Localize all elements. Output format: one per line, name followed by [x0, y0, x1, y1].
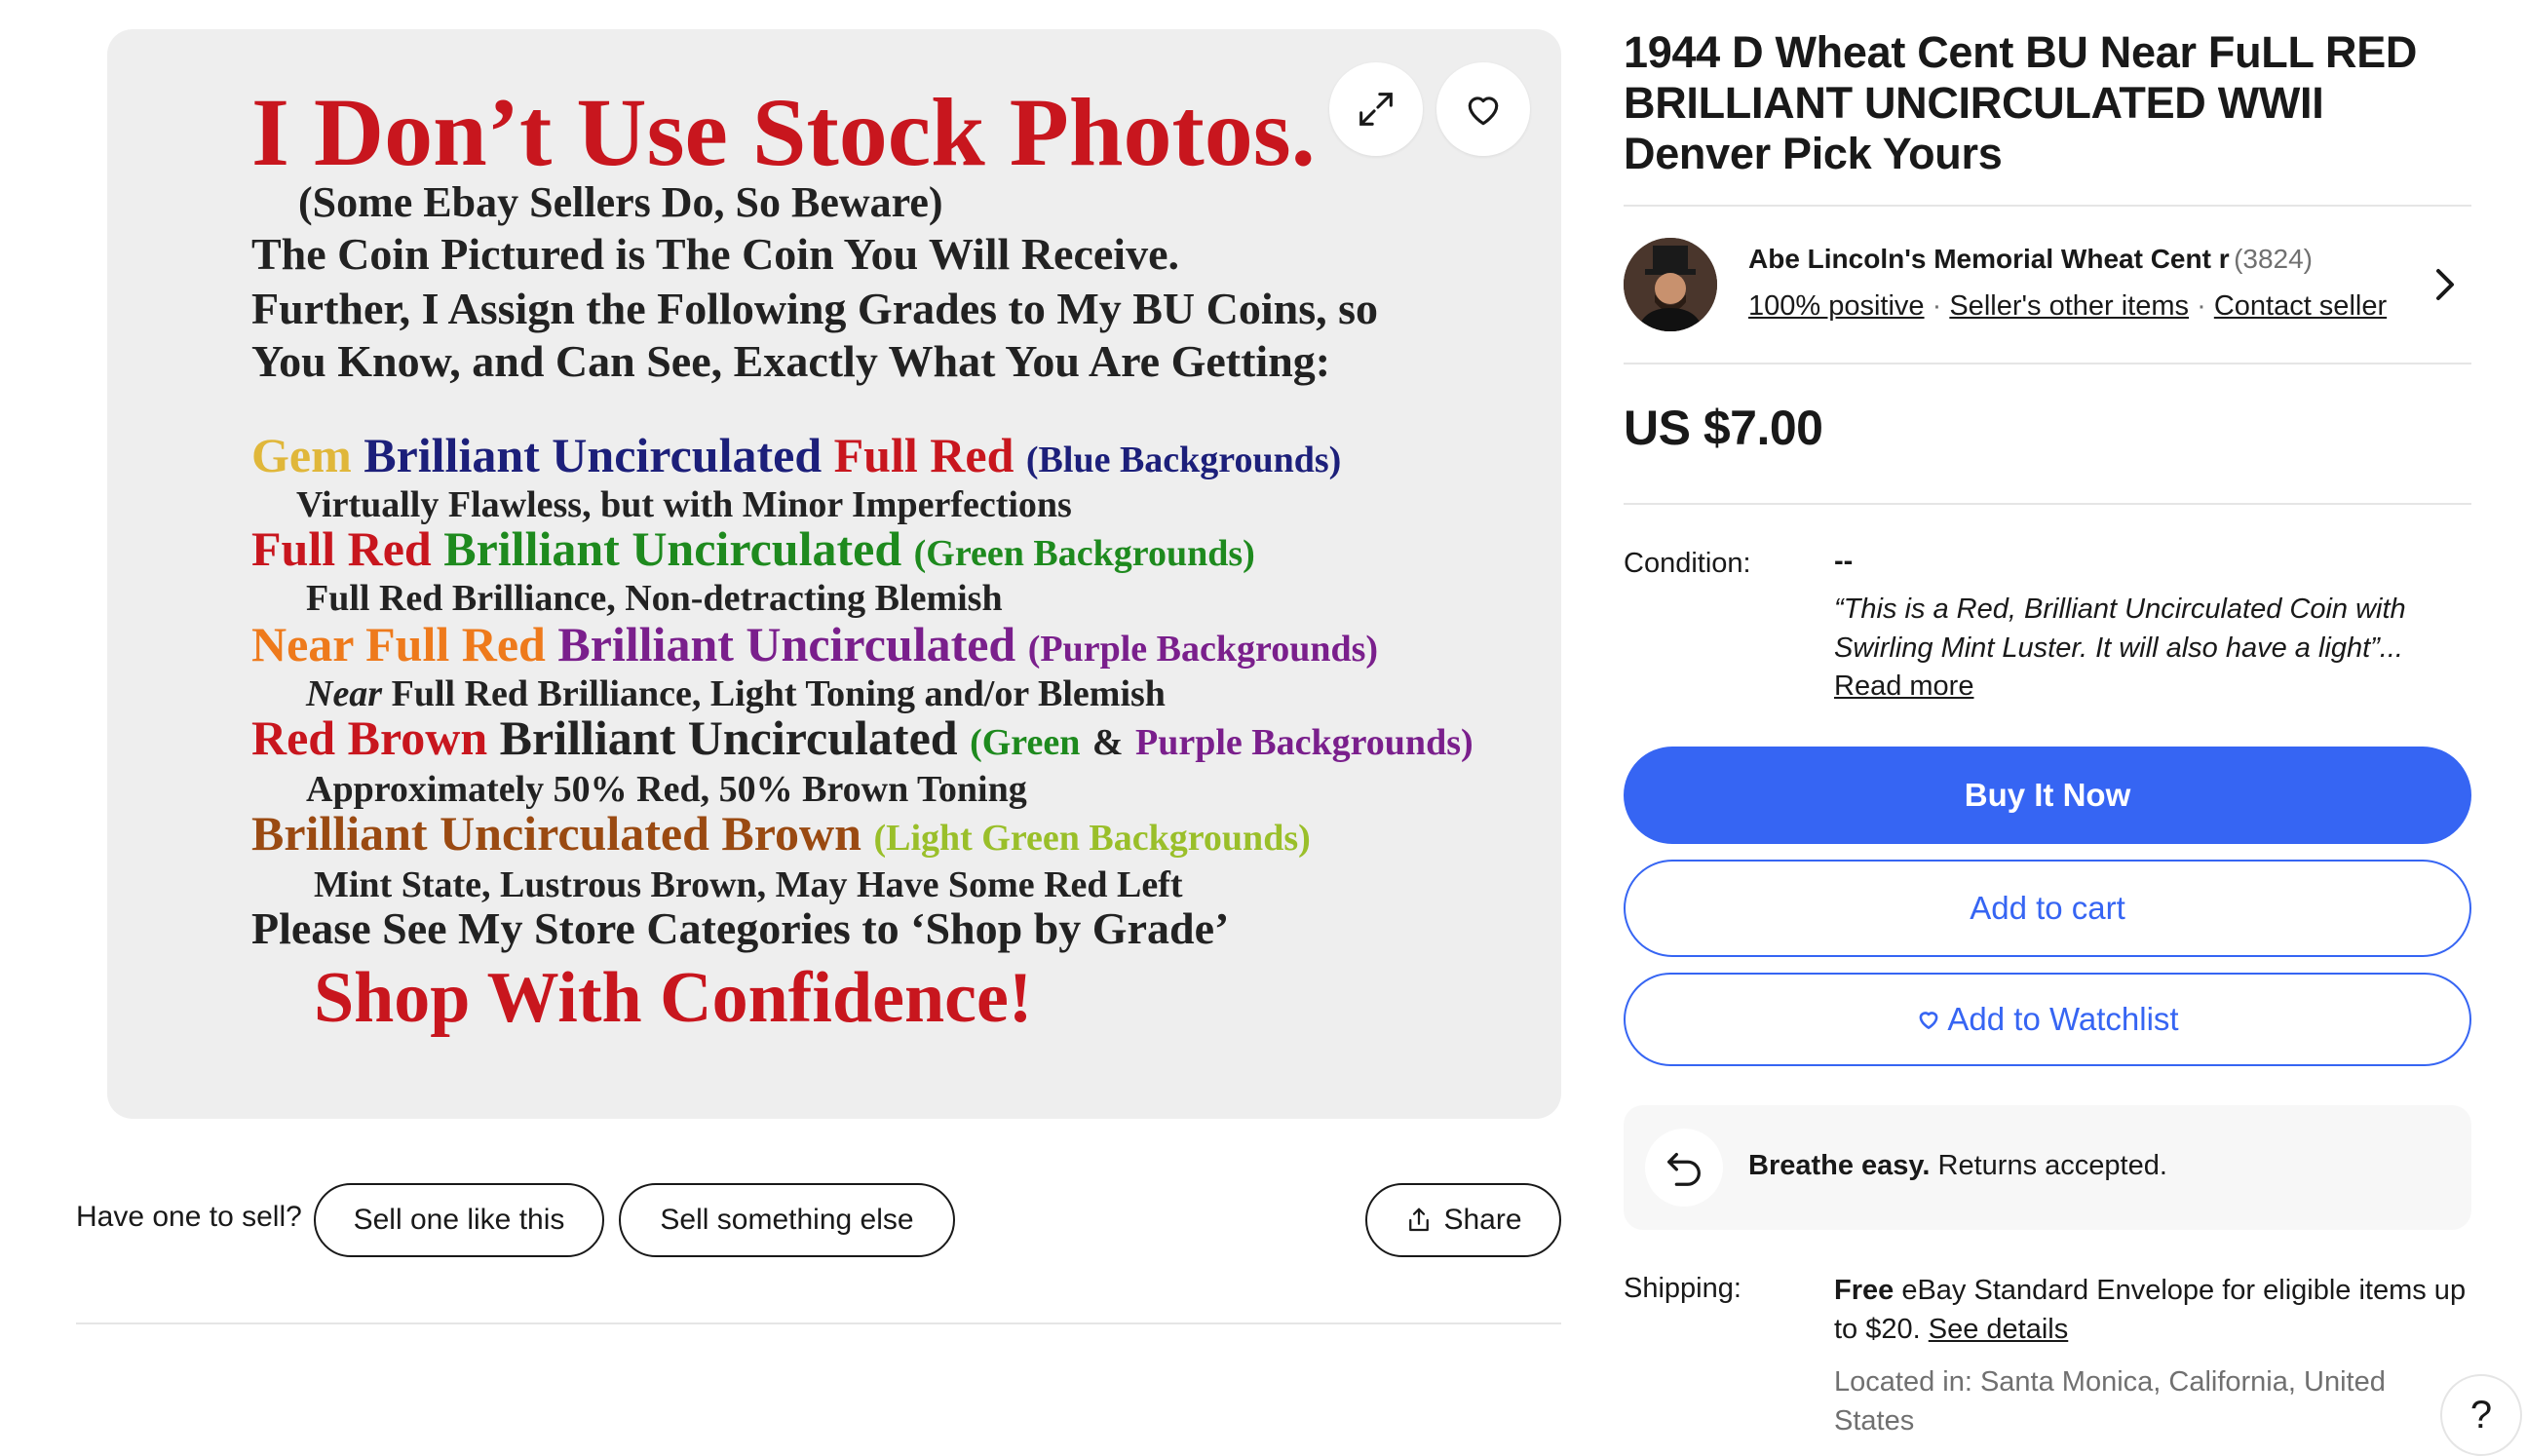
notice-headline: I Don’t Use Stock Photos. [251, 78, 1316, 186]
grade-near-full-red: Near Full Red Brilliant Uncirculated (Pu… [251, 617, 1379, 671]
shop-confidence: Shop With Confidence! [314, 958, 1033, 1038]
title-divider [1624, 205, 2471, 207]
notice-line-2: Further, I Assign the Following Grades t… [251, 284, 1379, 333]
share-icon [1409, 1207, 1430, 1232]
seller-positive-link[interactable]: 100% positive [1748, 290, 1925, 322]
seller-avatar[interactable] [1624, 238, 1717, 331]
shipping-info: Free eBay Standard Envelope for eligible… [1834, 1275, 2467, 1345]
store-categories-line: Please See My Store Categories to ‘Shop … [251, 903, 1230, 953]
returns-icon-wrap [1645, 1129, 1723, 1207]
condition-description: “This is a Red, Brilliant Uncirculated C… [1834, 594, 2406, 664]
chevron-right-icon [2436, 269, 2454, 300]
add-to-cart-button[interactable]: Add to cart [1624, 860, 2471, 957]
buy-it-now-button[interactable]: Buy It Now [1624, 747, 2471, 844]
seller-info: Abe Lincoln's Memorial Wheat Cent r (382… [1748, 244, 2313, 275]
seller-other-items-link[interactable]: Seller's other items [1949, 290, 2189, 322]
price-divider [1624, 503, 2471, 505]
seller-name[interactable]: Abe Lincoln's Memorial Wheat Cent r [1748, 244, 2230, 274]
price: US $7.00 [1624, 401, 1823, 455]
notice-sub: (Some Ebay Sellers Do, So Beware) [298, 178, 943, 226]
help-button[interactable]: ? [2440, 1374, 2522, 1456]
expand-button[interactable] [1329, 62, 1423, 156]
grade-brown: Brilliant Uncirculated Brown (Light Gree… [251, 806, 1311, 861]
seller-links: 100% positive · Seller's other items · C… [1748, 290, 2388, 322]
sell-prompt: Have one to sell? [76, 1201, 302, 1233]
heart-icon [1468, 96, 1499, 126]
sell-like-this-button[interactable]: Sell one like this [314, 1183, 604, 1257]
returns-text: Breathe easy. Returns accepted. [1748, 1150, 2167, 1181]
contact-seller-link[interactable]: Contact seller [2214, 290, 2387, 322]
return-arrow-icon [1667, 1152, 1701, 1186]
share-label: Share [1443, 1204, 1522, 1236]
heart-icon [1919, 1012, 1938, 1029]
notice-line-3: You Know, and Can See, Exactly What You … [251, 336, 1331, 386]
expand-icon [1359, 93, 1393, 126]
content-divider [76, 1322, 1561, 1324]
grade-brown-note: Mint State, Lustrous Brown, May Have Som… [314, 864, 1183, 905]
sell-something-else-button[interactable]: Sell something else [619, 1183, 955, 1257]
product-image[interactable]: I Don’t Use Stock Photos. (Some Ebay Sel… [107, 29, 1561, 1119]
read-more-link[interactable]: Read more [1834, 671, 1973, 703]
see-details-link[interactable]: See details [1929, 1314, 2069, 1345]
grade-red-brown: Red Brown Brilliant Uncirculated (Green … [251, 710, 1474, 765]
favorite-button[interactable] [1436, 62, 1530, 156]
item-location: Located in: Santa Monica, California, Un… [1834, 1366, 2386, 1437]
condition-value: -- [1834, 546, 1854, 577]
share-button[interactable]: Share [1365, 1183, 1561, 1257]
shipping-label: Shipping: [1624, 1273, 1741, 1304]
notice-line-1: The Coin Pictured is The Coin You Will R… [251, 229, 1180, 279]
watchlist-label: Add to Watchlist [1947, 1001, 2179, 1037]
avatar-portrait [1624, 238, 1717, 331]
grade-gem: Gem Brilliant Uncirculated Full Red (Blu… [251, 428, 1342, 482]
seller-chevron-button[interactable] [2432, 265, 2458, 309]
seller-feedback-count: (3824) [2234, 244, 2313, 274]
returns-banner: Breathe easy. Returns accepted. [1624, 1105, 2471, 1230]
listing-title: 1944 D Wheat Cent BU Near FuLL RED BRILL… [1624, 27, 2418, 178]
seller-divider [1624, 363, 2471, 364]
grade-full-red: Full Red Brilliant Uncirculated (Green B… [251, 521, 1255, 576]
add-to-watchlist-button[interactable]: Add to Watchlist [1624, 973, 2471, 1066]
grade-full-red-note: Full Red Brilliance, Non-detracting Blem… [306, 578, 1003, 619]
condition-label: Condition: [1624, 548, 1751, 579]
